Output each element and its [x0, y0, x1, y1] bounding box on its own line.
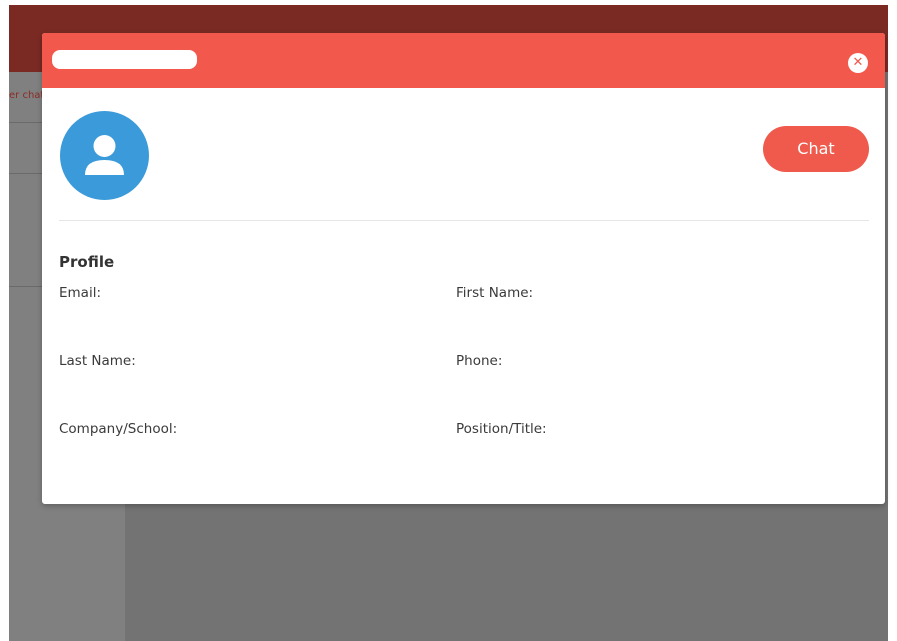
- user-icon: [85, 135, 124, 175]
- avatar: [60, 111, 149, 200]
- chat-button[interactable]: Chat: [763, 126, 869, 172]
- sidebar-item-chat[interactable]: er chat: [9, 90, 44, 101]
- phone-label: Phone:: [456, 353, 503, 369]
- divider: [59, 220, 869, 221]
- email-label: Email:: [59, 285, 102, 301]
- modal-title: [52, 50, 197, 69]
- close-icon[interactable]: ✕: [853, 55, 864, 70]
- section-title-profile: Profile: [59, 253, 115, 271]
- company-label: Company/School:: [59, 421, 178, 437]
- modal-header: ✕: [42, 33, 885, 88]
- last-name-label: Last Name:: [59, 353, 136, 369]
- first-name-label: First Name:: [456, 285, 534, 301]
- position-label: Position/Title:: [456, 421, 547, 437]
- profile-modal: ✕ Chat Profile Email: First Name: Last N…: [42, 33, 885, 504]
- close-button[interactable]: ✕: [848, 53, 868, 73]
